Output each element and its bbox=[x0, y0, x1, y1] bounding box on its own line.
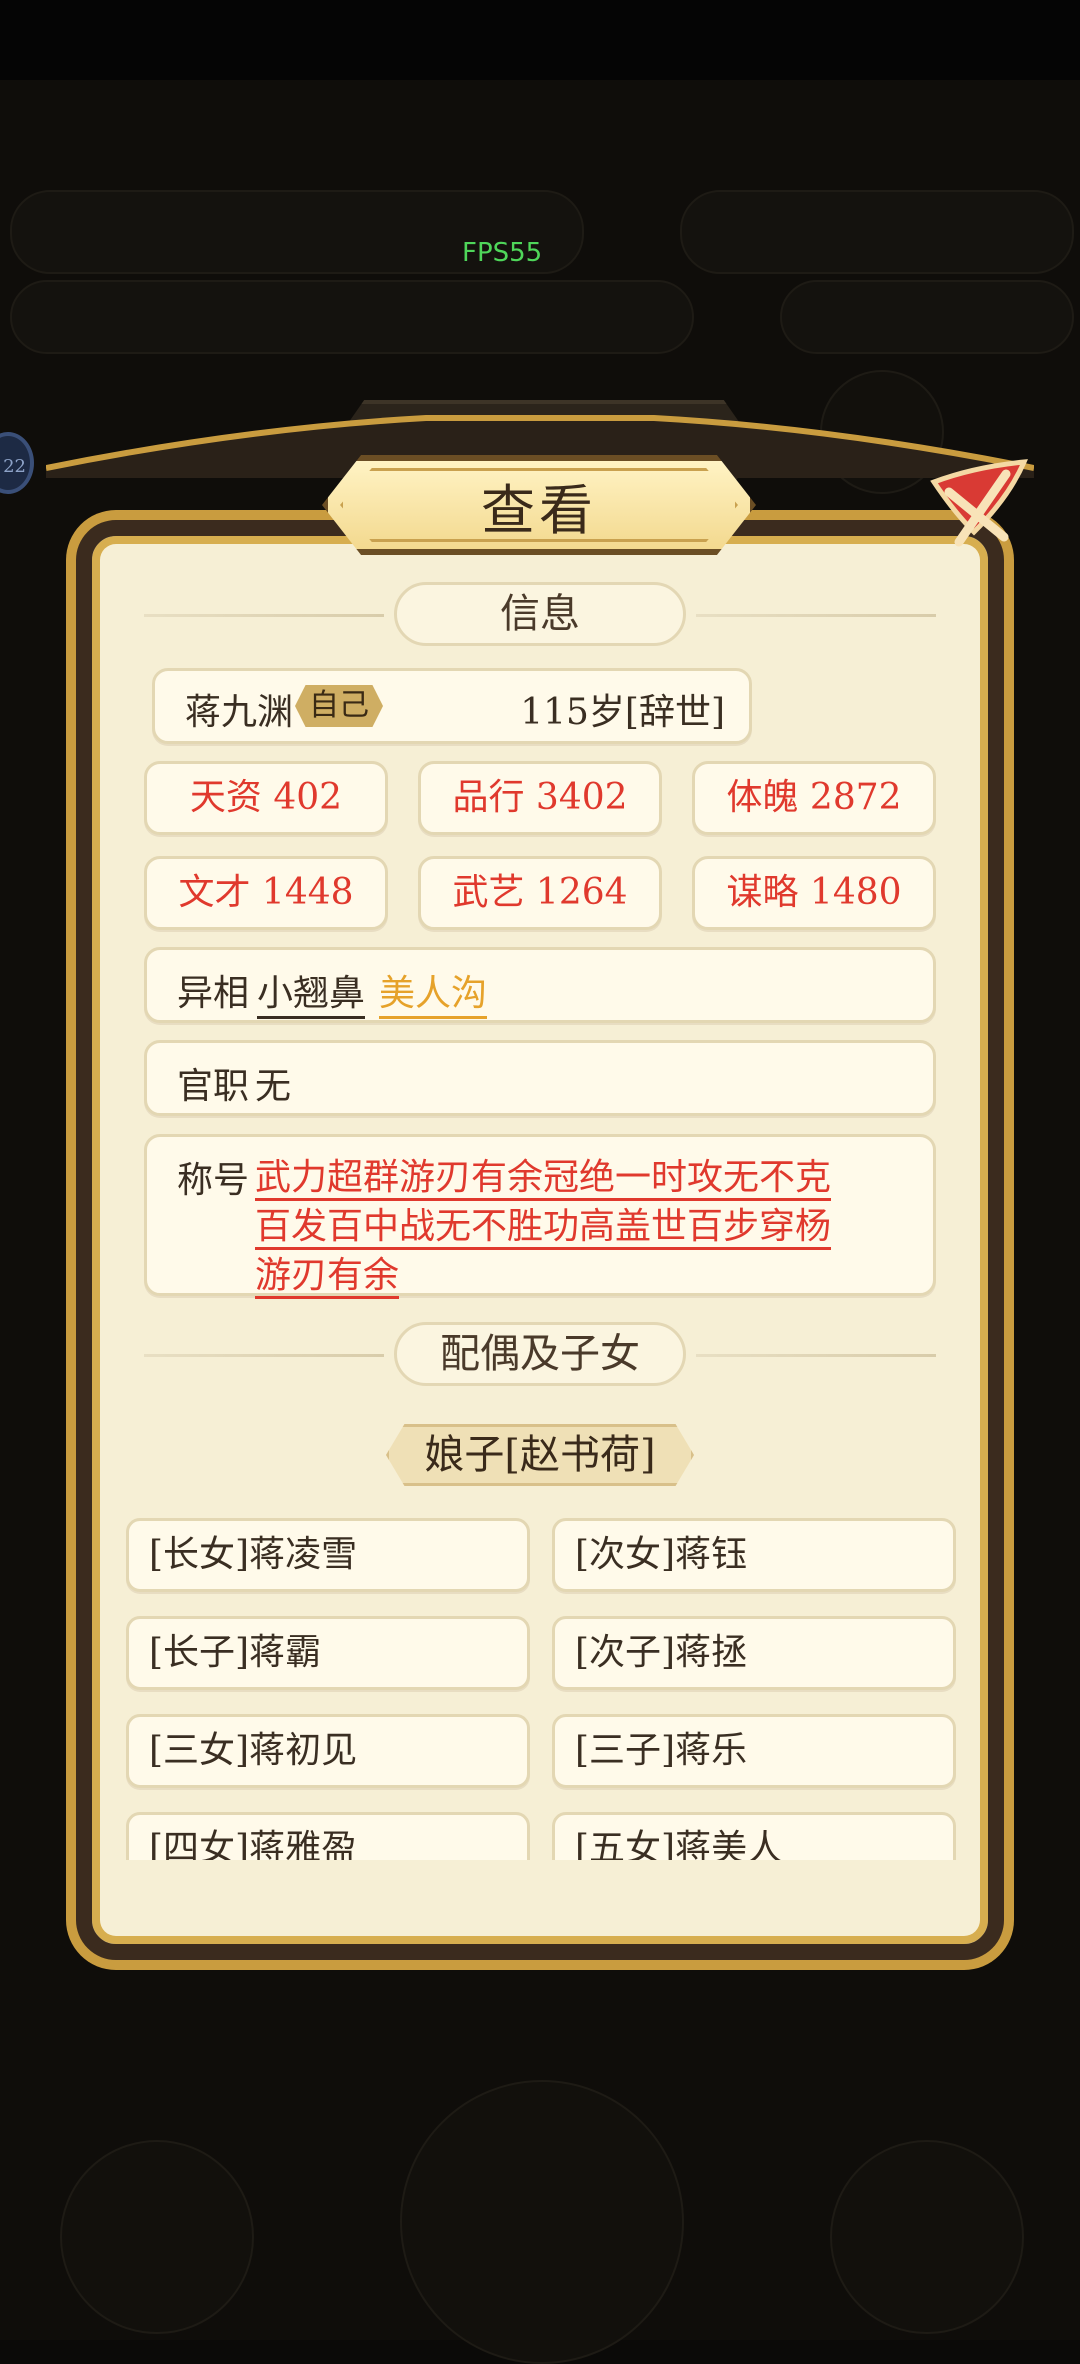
bg-nav-circle-center bbox=[400, 2080, 684, 2364]
features-label: 异相 bbox=[177, 973, 250, 1014]
official-label: 官职 bbox=[177, 1066, 250, 1107]
stat-label: 体魄 bbox=[726, 777, 799, 818]
divider-right bbox=[696, 1354, 936, 1357]
info-section-header: 信息 bbox=[144, 580, 936, 650]
fps-counter: FPS55 bbox=[462, 238, 543, 268]
self-badge: 自己 bbox=[295, 685, 383, 727]
titles-label: 称号 bbox=[177, 1160, 250, 1201]
stat-literary: 文才 1448 bbox=[144, 856, 388, 930]
stat-strategy: 谋略 1480 bbox=[692, 856, 936, 930]
bg-info-bar bbox=[10, 280, 694, 354]
bg-nav-circle-right bbox=[830, 2140, 1024, 2334]
child-button[interactable]: [四女]蒋雅盈 bbox=[126, 1812, 530, 1860]
title-line[interactable]: 武力超群游刃有余冠绝一时攻无不克 bbox=[255, 1157, 832, 1201]
info-section-title: 信息 bbox=[394, 582, 686, 646]
stat-value: 1480 bbox=[809, 872, 902, 913]
child-button[interactable]: [五女]蒋美人 bbox=[552, 1812, 956, 1860]
bg-info-bar-right bbox=[780, 280, 1074, 354]
official-value: 无 bbox=[255, 1066, 292, 1107]
feature-link[interactable]: 美人沟 bbox=[379, 964, 488, 1019]
titles-row: 称号 武力超群游刃有余冠绝一时攻无不克 百发百中战无不胜功高盖世百步穿杨 游刃有… bbox=[144, 1134, 936, 1299]
stat-conduct: 品行 3402 bbox=[418, 761, 662, 835]
character-name: 蒋九渊 bbox=[185, 692, 294, 733]
stat-value: 1264 bbox=[535, 872, 628, 913]
features-row: 异相 小翘鼻 美人沟 bbox=[144, 947, 936, 1023]
family-section-title: 配偶及子女 bbox=[394, 1322, 686, 1386]
name-card: 蒋九渊 自己 115岁[辞世] bbox=[152, 668, 752, 744]
bg-resource-bar-right bbox=[680, 190, 1074, 274]
feature-link[interactable]: 小翘鼻 bbox=[257, 964, 366, 1019]
divider-right bbox=[696, 614, 936, 617]
child-button[interactable]: [长女]蒋凌雪 bbox=[126, 1518, 530, 1592]
spouse-button[interactable]: 娘子[赵书荷] bbox=[386, 1424, 694, 1486]
stat-martial: 武艺 1264 bbox=[418, 856, 662, 930]
divider-left bbox=[144, 1354, 384, 1357]
stat-value: 2872 bbox=[809, 777, 902, 818]
stat-value: 1448 bbox=[261, 872, 354, 913]
family-section-header: 配偶及子女 bbox=[144, 1320, 936, 1390]
stat-talent: 天资 402 bbox=[144, 761, 388, 835]
child-button[interactable]: [三女]蒋初见 bbox=[126, 1714, 530, 1788]
child-button[interactable]: [次女]蒋钰 bbox=[552, 1518, 956, 1592]
stat-value: 402 bbox=[273, 777, 343, 818]
status-bar bbox=[0, 0, 1080, 80]
age-status: 115岁[辞世] bbox=[520, 692, 725, 733]
child-button[interactable]: [三子]蒋乐 bbox=[552, 1714, 956, 1788]
title-line[interactable]: 百发百中战无不胜功高盖世百步穿杨 bbox=[255, 1206, 832, 1250]
official-row: 官职 无 bbox=[144, 1040, 936, 1116]
stat-physique: 体魄 2872 bbox=[692, 761, 936, 835]
stat-label: 天资 bbox=[189, 777, 262, 818]
child-button[interactable]: [长子]蒋霸 bbox=[126, 1616, 530, 1690]
close-icon[interactable] bbox=[914, 452, 1034, 562]
child-button[interactable]: [次子]蒋拯 bbox=[552, 1616, 956, 1690]
stat-label: 品行 bbox=[452, 777, 525, 818]
bg-nav-circle bbox=[60, 2140, 254, 2334]
titles-list: 武力超群游刃有余冠绝一时攻无不克 百发百中战无不胜功高盖世百步穿杨 游刃有余 bbox=[255, 1153, 875, 1300]
stat-label: 谋略 bbox=[726, 872, 799, 913]
stat-label: 文才 bbox=[178, 872, 251, 913]
stat-label: 武艺 bbox=[452, 872, 525, 913]
stat-value: 3402 bbox=[535, 777, 628, 818]
panel-title: 查看 bbox=[481, 479, 597, 542]
children-list[interactable]: [长女]蒋凌雪 [次女]蒋钰 [长子]蒋霸 [次子]蒋拯 [三女]蒋初见 [三子… bbox=[120, 1510, 964, 1860]
title-line[interactable]: 游刃有余 bbox=[255, 1255, 400, 1299]
divider-left bbox=[144, 614, 384, 617]
